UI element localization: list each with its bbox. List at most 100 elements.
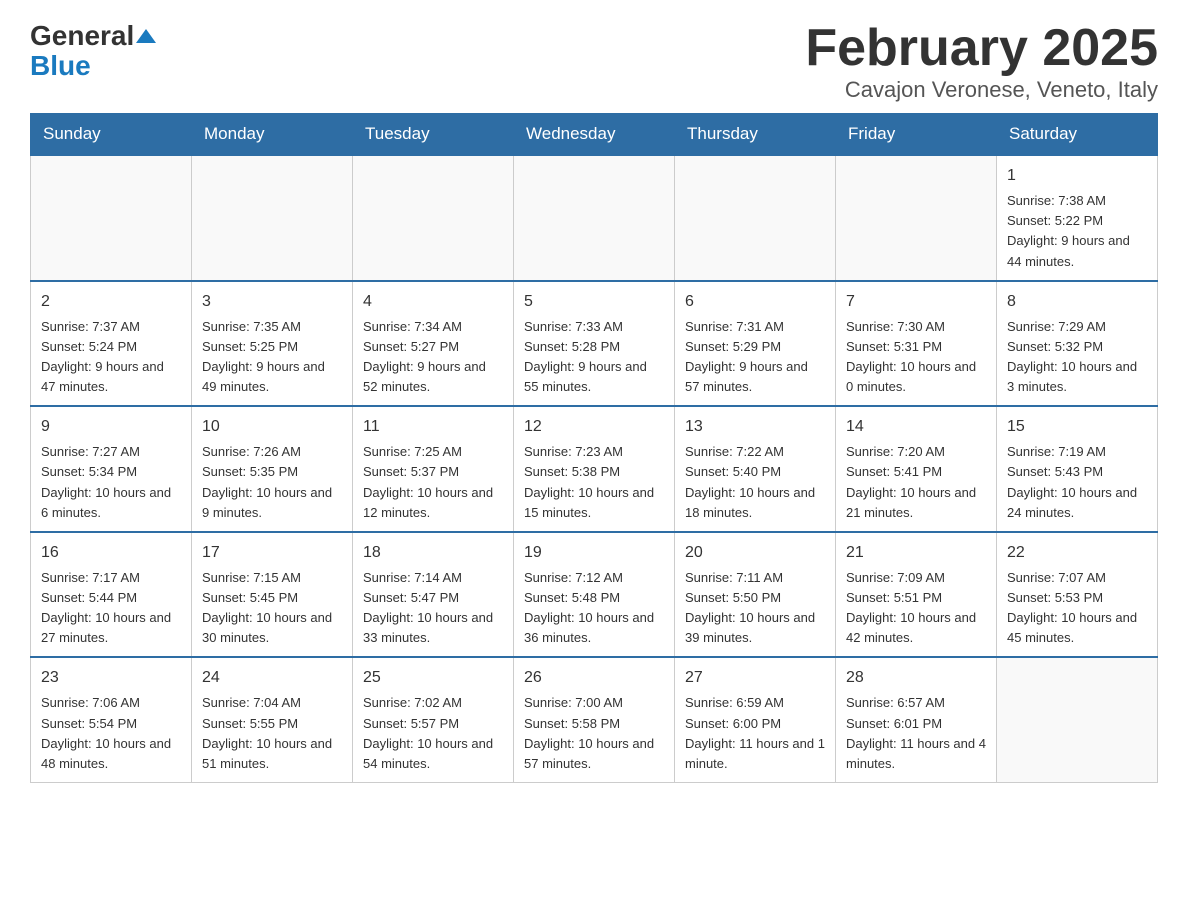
calendar-header-thursday: Thursday [675,114,836,156]
calendar-cell: 18 Sunrise: 7:14 AMSunset: 5:47 PMDayligh… [353,532,514,658]
day-number: 7 [846,290,986,314]
day-number: 11 [363,415,503,439]
day-info: Sunrise: 7:14 AMSunset: 5:47 PMDaylight:… [363,568,503,649]
calendar-header-monday: Monday [192,114,353,156]
day-number: 12 [524,415,664,439]
calendar-cell: 10 Sunrise: 7:26 AMSunset: 5:35 PMDayligh… [192,406,353,532]
calendar-cell [514,155,675,281]
week-row-4: 16Sunrise: 7:17 AMSunset: 5:44 PMDayligh… [31,532,1158,658]
calendar-header-wednesday: Wednesday [514,114,675,156]
day-info: Sunrise: 7:34 AMSunset: 5:27 PMDaylight:… [363,317,503,398]
day-number: 13 [685,415,825,439]
calendar-cell: 8Sunrise: 7:29 AMSunset: 5:32 PMDaylight… [997,281,1158,407]
day-info: Sunrise: 7:20 AMSunset: 5:41 PMDaylight:… [846,442,986,523]
calendar-cell: 28 Sunrise: 6:57 AMSunset: 6:01 PMDayligh… [836,657,997,782]
calendar-cell: 13 Sunrise: 7:22 AMSunset: 5:40 PMDayligh… [675,406,836,532]
calendar-cell: 27 Sunrise: 6:59 AMSunset: 6:00 PMDayligh… [675,657,836,782]
day-number: 10 [202,415,342,439]
week-row-3: 9 Sunrise: 7:27 AMSunset: 5:34 PMDaylight… [31,406,1158,532]
day-number: 18 [363,541,503,565]
day-info: Sunrise: 7:04 AMSunset: 5:55 PMDaylight:… [202,693,342,774]
calendar-cell [31,155,192,281]
calendar-cell: 25Sunrise: 7:02 AMSunset: 5:57 PMDayligh… [353,657,514,782]
day-info: Sunrise: 7:00 AMSunset: 5:58 PMDaylight:… [524,693,664,774]
logo-triangle-icon [136,29,156,43]
day-info: Sunrise: 7:09 AMSunset: 5:51 PMDaylight:… [846,568,986,649]
day-info: Sunrise: 7:06 AMSunset: 5:54 PMDaylight:… [41,693,181,774]
day-info: Sunrise: 7:38 AMSunset: 5:22 PMDaylight:… [1007,191,1147,272]
calendar-header-friday: Friday [836,114,997,156]
calendar-cell [997,657,1158,782]
day-info: Sunrise: 7:37 AMSunset: 5:24 PMDaylight:… [41,317,181,398]
calendar-table: SundayMondayTuesdayWednesdayThursdayFrid… [30,113,1158,783]
calendar-cell: 20 Sunrise: 7:11 AMSunset: 5:50 PMDayligh… [675,532,836,658]
calendar-cell: 7 Sunrise: 7:30 AMSunset: 5:31 PMDaylight… [836,281,997,407]
day-info: Sunrise: 7:12 AMSunset: 5:48 PMDaylight:… [524,568,664,649]
calendar-cell: 22Sunrise: 7:07 AMSunset: 5:53 PMDayligh… [997,532,1158,658]
calendar-cell: 15Sunrise: 7:19 AMSunset: 5:43 PMDayligh… [997,406,1158,532]
day-info: Sunrise: 7:27 AMSunset: 5:34 PMDaylight:… [41,442,181,523]
page-header: General Blue February 2025 Cavajon Veron… [30,20,1158,103]
calendar-cell: 1 Sunrise: 7:38 AMSunset: 5:22 PMDaylight… [997,155,1158,281]
calendar-cell: 17Sunrise: 7:15 AMSunset: 5:45 PMDayligh… [192,532,353,658]
calendar-cell: 5 Sunrise: 7:33 AMSunset: 5:28 PMDaylight… [514,281,675,407]
calendar-cell [836,155,997,281]
logo-general-text: General [30,20,134,52]
day-number: 27 [685,666,825,690]
day-number: 22 [1007,541,1147,565]
day-info: Sunrise: 7:30 AMSunset: 5:31 PMDaylight:… [846,317,986,398]
day-number: 19 [524,541,664,565]
calendar-cell: 6 Sunrise: 7:31 AMSunset: 5:29 PMDaylight… [675,281,836,407]
week-row-1: 1 Sunrise: 7:38 AMSunset: 5:22 PMDaylight… [31,155,1158,281]
calendar-cell: 9 Sunrise: 7:27 AMSunset: 5:34 PMDaylight… [31,406,192,532]
day-info: Sunrise: 7:31 AMSunset: 5:29 PMDaylight:… [685,317,825,398]
calendar-cell [353,155,514,281]
calendar-cell [675,155,836,281]
day-number: 20 [685,541,825,565]
day-number: 26 [524,666,664,690]
day-number: 24 [202,666,342,690]
day-number: 25 [363,666,503,690]
day-number: 1 [1007,164,1147,188]
calendar-cell: 3 Sunrise: 7:35 AMSunset: 5:25 PMDaylight… [192,281,353,407]
calendar-header-row: SundayMondayTuesdayWednesdayThursdayFrid… [31,114,1158,156]
day-number: 21 [846,541,986,565]
day-number: 28 [846,666,986,690]
day-info: Sunrise: 7:25 AMSunset: 5:37 PMDaylight:… [363,442,503,523]
day-info: Sunrise: 7:23 AMSunset: 5:38 PMDaylight:… [524,442,664,523]
day-number: 4 [363,290,503,314]
calendar-cell: 24 Sunrise: 7:04 AMSunset: 5:55 PMDayligh… [192,657,353,782]
day-info: Sunrise: 6:57 AMSunset: 6:01 PMDaylight:… [846,693,986,774]
day-info: Sunrise: 7:35 AMSunset: 5:25 PMDaylight:… [202,317,342,398]
logo-blue-text: Blue [30,52,91,80]
day-info: Sunrise: 7:26 AMSunset: 5:35 PMDaylight:… [202,442,342,523]
day-number: 2 [41,290,181,314]
day-number: 9 [41,415,181,439]
calendar-cell: 12 Sunrise: 7:23 AMSunset: 5:38 PMDayligh… [514,406,675,532]
calendar-cell: 11 Sunrise: 7:25 AMSunset: 5:37 PMDayligh… [353,406,514,532]
day-info: Sunrise: 7:29 AMSunset: 5:32 PMDaylight:… [1007,317,1147,398]
calendar-header-tuesday: Tuesday [353,114,514,156]
day-info: Sunrise: 7:15 AMSunset: 5:45 PMDaylight:… [202,568,342,649]
calendar-header-saturday: Saturday [997,114,1158,156]
day-number: 3 [202,290,342,314]
calendar-cell: 26 Sunrise: 7:00 AMSunset: 5:58 PMDayligh… [514,657,675,782]
day-info: Sunrise: 7:33 AMSunset: 5:28 PMDaylight:… [524,317,664,398]
location-subtitle: Cavajon Veronese, Veneto, Italy [805,77,1158,103]
calendar-cell: 21 Sunrise: 7:09 AMSunset: 5:51 PMDayligh… [836,532,997,658]
day-info: Sunrise: 6:59 AMSunset: 6:00 PMDaylight:… [685,693,825,774]
day-info: Sunrise: 7:22 AMSunset: 5:40 PMDaylight:… [685,442,825,523]
day-number: 6 [685,290,825,314]
calendar-cell: 2 Sunrise: 7:37 AMSunset: 5:24 PMDaylight… [31,281,192,407]
day-info: Sunrise: 7:19 AMSunset: 5:43 PMDaylight:… [1007,442,1147,523]
day-number: 14 [846,415,986,439]
calendar-cell [192,155,353,281]
day-info: Sunrise: 7:11 AMSunset: 5:50 PMDaylight:… [685,568,825,649]
day-number: 5 [524,290,664,314]
calendar-cell: 16Sunrise: 7:17 AMSunset: 5:44 PMDayligh… [31,532,192,658]
month-title: February 2025 [805,20,1158,77]
week-row-5: 23Sunrise: 7:06 AMSunset: 5:54 PMDayligh… [31,657,1158,782]
week-row-2: 2 Sunrise: 7:37 AMSunset: 5:24 PMDaylight… [31,281,1158,407]
title-block: February 2025 Cavajon Veronese, Veneto, … [805,20,1158,103]
calendar-cell: 23Sunrise: 7:06 AMSunset: 5:54 PMDayligh… [31,657,192,782]
